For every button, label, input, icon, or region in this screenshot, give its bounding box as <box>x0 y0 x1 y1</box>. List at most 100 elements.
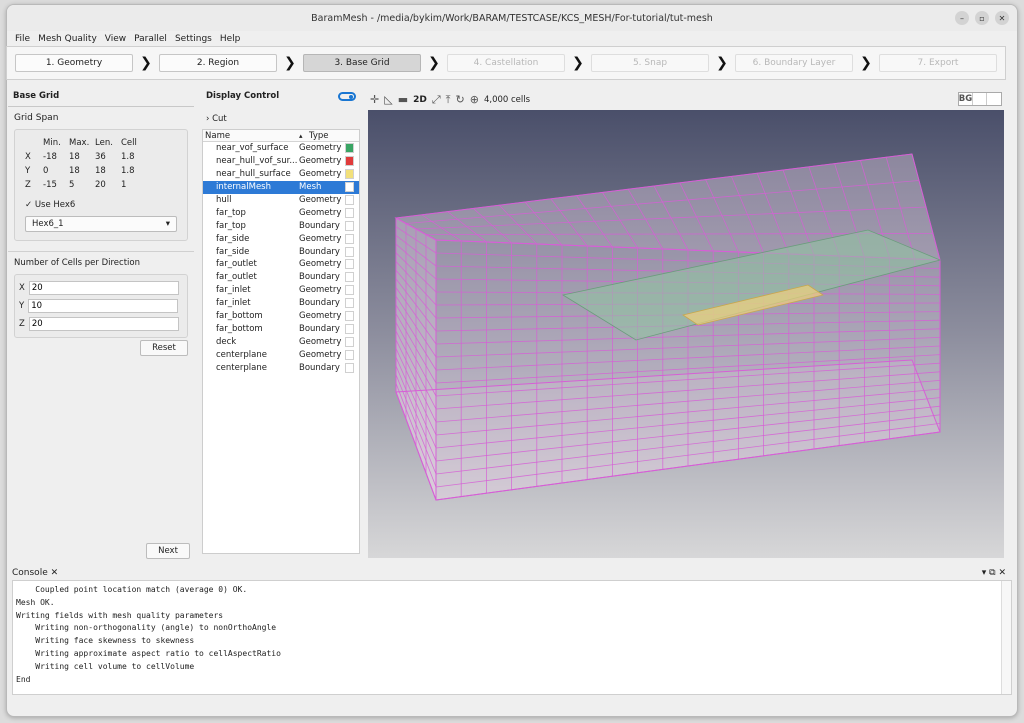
list-item[interactable]: far_outlet Geometry <box>203 258 359 271</box>
step-base-grid-button[interactable]: 3. Base Grid <box>303 54 421 72</box>
item-type: Boundary <box>299 323 340 334</box>
console-tab[interactable]: Console ✕ <box>12 568 58 578</box>
item-name: far_top <box>216 207 246 218</box>
color-swatch[interactable] <box>345 220 354 231</box>
color-swatch[interactable] <box>345 285 354 296</box>
cut-section[interactable]: › Cut <box>202 106 360 129</box>
color-swatch[interactable] <box>345 207 354 218</box>
ruler-icon[interactable]: ◺ <box>384 93 392 106</box>
color-swatch[interactable] <box>345 336 354 347</box>
hex6-select-value: Hex6_1 <box>32 219 64 229</box>
table-cell: 5 <box>69 180 75 190</box>
bg-color-swatch[interactable] <box>973 93 987 105</box>
next-button[interactable]: Next <box>146 543 190 559</box>
item-type: Geometry <box>299 143 342 154</box>
list-item[interactable]: far_side Boundary <box>203 245 359 258</box>
column-header-type[interactable]: Type <box>309 131 355 141</box>
table-row: Z -15 5 20 1 <box>21 178 147 192</box>
console-scrollbar[interactable] <box>1001 581 1011 694</box>
color-swatch[interactable] <box>345 362 354 373</box>
list-item[interactable]: far_side Geometry <box>203 232 359 245</box>
color-swatch[interactable] <box>345 323 354 334</box>
display-control-panel: Display Control › Cut Name ▴ Type near_v… <box>202 88 360 560</box>
color-swatch[interactable] <box>345 349 354 360</box>
menu-mesh-quality[interactable]: Mesh Quality <box>38 34 97 44</box>
minimize-button[interactable]: – <box>955 11 969 25</box>
list-item[interactable]: far_inlet Boundary <box>203 297 359 310</box>
menu-settings[interactable]: Settings <box>175 34 212 44</box>
menu-parallel[interactable]: Parallel <box>134 34 167 44</box>
close-button[interactable]: ✕ <box>995 11 1009 25</box>
axis-label: Z <box>19 319 25 329</box>
menu-file[interactable]: File <box>15 34 30 44</box>
display-toggle[interactable] <box>338 91 356 101</box>
table-cell: 1 <box>121 180 127 190</box>
step-export-button: 7. Export <box>879 54 997 72</box>
cell-count: 4,000 cells <box>483 94 531 105</box>
view-2d-button[interactable]: 2D <box>413 95 427 105</box>
close-icon[interactable]: ✕ <box>998 568 1006 578</box>
list-item[interactable]: near_vof_surface Geometry <box>203 142 359 155</box>
hex6-select[interactable]: Hex6_1 ▾ <box>25 216 177 232</box>
color-swatch[interactable] <box>345 298 354 309</box>
item-name: centerplane <box>216 349 267 360</box>
list-item[interactable]: far_top Geometry <box>203 206 359 219</box>
mesh-viewport[interactable] <box>368 110 1004 558</box>
column-header-name[interactable]: Name <box>203 131 299 141</box>
close-icon[interactable]: ✕ <box>51 568 59 578</box>
color-swatch[interactable] <box>345 195 354 205</box>
list-item[interactable]: far_bottom Boundary <box>203 322 359 335</box>
grid-span-label: Grid Span <box>14 113 59 123</box>
chevron-down-icon: ▾ <box>165 219 170 229</box>
menu-help[interactable]: Help <box>220 34 241 44</box>
cells-y-input[interactable] <box>28 299 179 313</box>
color-swatch[interactable] <box>345 156 354 167</box>
reset-button[interactable]: Reset <box>140 340 188 356</box>
list-item[interactable]: hull Geometry <box>203 194 359 207</box>
color-swatch[interactable] <box>345 169 354 180</box>
item-name: far_bottom <box>216 311 263 322</box>
rotate-icon[interactable]: ↻ <box>456 93 465 106</box>
axes-icon[interactable]: ✛ <box>370 93 379 106</box>
use-hex6-checkbox[interactable]: ✓ Use Hex6 <box>21 192 181 213</box>
item-type: Geometry <box>299 207 342 218</box>
step-geometry-button[interactable]: 1. Geometry <box>15 54 133 72</box>
color-swatch[interactable] <box>345 233 354 244</box>
step-navigation: 1. Geometry ❯ 2. Region ❯ 3. Base Grid ❯… <box>6 46 1006 80</box>
bg-color-swatch[interactable] <box>987 93 1001 105</box>
list-item[interactable]: far_inlet Geometry <box>203 284 359 297</box>
color-swatch[interactable] <box>345 311 354 322</box>
step-region-button[interactable]: 2. Region <box>159 54 277 72</box>
list-item[interactable]: near_hull_vof_sur... Geometry <box>203 155 359 168</box>
color-swatch[interactable] <box>345 259 354 270</box>
list-item[interactable]: near_hull_surface Geometry <box>203 168 359 181</box>
list-item[interactable]: far_outlet Boundary <box>203 271 359 284</box>
list-item[interactable]: centerplane Boundary <box>203 361 359 374</box>
up-arrow-icon[interactable]: ⤒ <box>446 93 451 107</box>
step-castellation-button: 4. Castellation <box>447 54 565 72</box>
list-item[interactable]: centerplane Geometry <box>203 348 359 361</box>
cells-x-input[interactable] <box>28 281 179 295</box>
color-swatch[interactable] <box>345 182 354 193</box>
menu-bar: File Mesh Quality View Parallel Settings… <box>7 31 1017 47</box>
list-item[interactable]: deck Geometry <box>203 335 359 348</box>
color-swatch[interactable] <box>345 272 354 283</box>
background-selector[interactable]: BG <box>958 92 1002 106</box>
console-output: Coupled point location match (average 0)… <box>12 580 1012 695</box>
color-swatch[interactable] <box>345 246 354 257</box>
list-item[interactable]: far_top Boundary <box>203 219 359 232</box>
list-item[interactable]: far_bottom Geometry <box>203 310 359 323</box>
console-tab-label: Console <box>12 568 48 578</box>
zoom-icon[interactable]: ⊕ <box>470 93 479 106</box>
dropdown-icon[interactable]: ▾ <box>982 568 987 578</box>
cells-z-input[interactable] <box>28 317 179 331</box>
base-grid-panel: Base Grid Grid Span Min. Max. Len. Cell … <box>8 88 194 560</box>
list-item[interactable]: internalMesh Mesh <box>203 180 359 194</box>
fit-icon[interactable]: ⤢ <box>432 93 441 107</box>
axis-label: X <box>19 283 25 293</box>
color-swatch[interactable] <box>345 143 354 154</box>
menu-view[interactable]: View <box>105 34 126 44</box>
float-icon[interactable]: ⧉ <box>989 568 995 578</box>
minus-icon[interactable]: ▬ <box>398 93 408 106</box>
maximize-button[interactable]: ▫ <box>975 11 989 25</box>
